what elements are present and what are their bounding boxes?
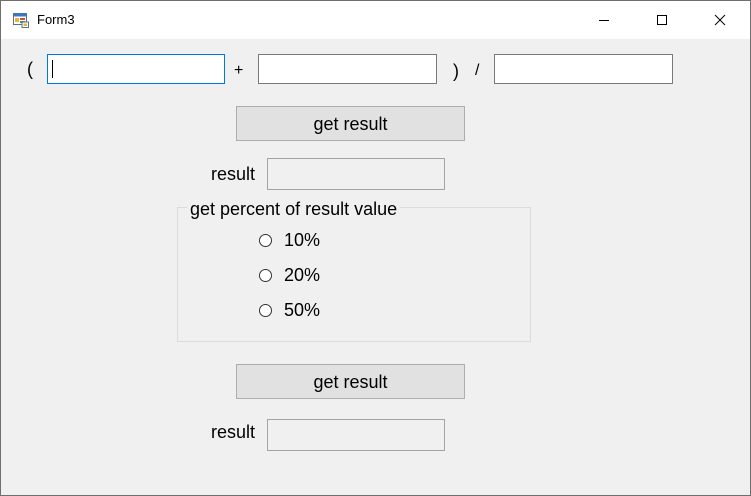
percent-groupbox bbox=[177, 207, 531, 342]
percent-group-title: get percent of result value bbox=[187, 199, 401, 219]
radio-label: 20% bbox=[284, 265, 321, 285]
percent-result-output[interactable] bbox=[267, 419, 445, 451]
radio-10-percent[interactable]: 10% bbox=[259, 229, 320, 251]
form3-window: Form3 ( + ) / get result result get perc… bbox=[0, 0, 751, 496]
minimize-icon bbox=[599, 20, 609, 21]
plus-label: + bbox=[234, 62, 244, 79]
title-bar[interactable]: Form3 bbox=[1, 1, 750, 39]
percent-result-label: result bbox=[211, 422, 256, 442]
open-paren-label: ( bbox=[27, 59, 33, 79]
form-app-icon bbox=[13, 13, 29, 28]
result-label: result bbox=[211, 164, 256, 184]
get-result-button[interactable]: get result bbox=[236, 106, 465, 141]
divisor-input[interactable] bbox=[494, 54, 673, 84]
minimize-button[interactable] bbox=[575, 1, 633, 39]
maximize-button[interactable] bbox=[633, 1, 691, 39]
text-caret bbox=[52, 60, 53, 78]
radio-50-percent[interactable]: 50% bbox=[259, 299, 320, 321]
radio-circle-icon[interactable] bbox=[259, 233, 272, 247]
operand-a-input[interactable] bbox=[47, 54, 225, 84]
radio-circle-icon[interactable] bbox=[259, 303, 272, 317]
close-button[interactable] bbox=[691, 1, 749, 39]
radio-label: 10% bbox=[284, 230, 321, 250]
window-title: Form3 bbox=[37, 12, 75, 27]
close-icon bbox=[714, 14, 726, 26]
operand-b-input[interactable] bbox=[258, 54, 437, 84]
get-percent-result-button[interactable]: get result bbox=[236, 364, 465, 399]
maximize-icon bbox=[657, 15, 667, 25]
divide-label: / bbox=[475, 62, 480, 79]
radio-20-percent[interactable]: 20% bbox=[259, 264, 320, 286]
radio-circle-icon[interactable] bbox=[259, 268, 272, 282]
radio-label: 50% bbox=[284, 300, 321, 320]
close-paren-label: ) bbox=[453, 61, 459, 81]
result-output[interactable] bbox=[267, 158, 445, 190]
